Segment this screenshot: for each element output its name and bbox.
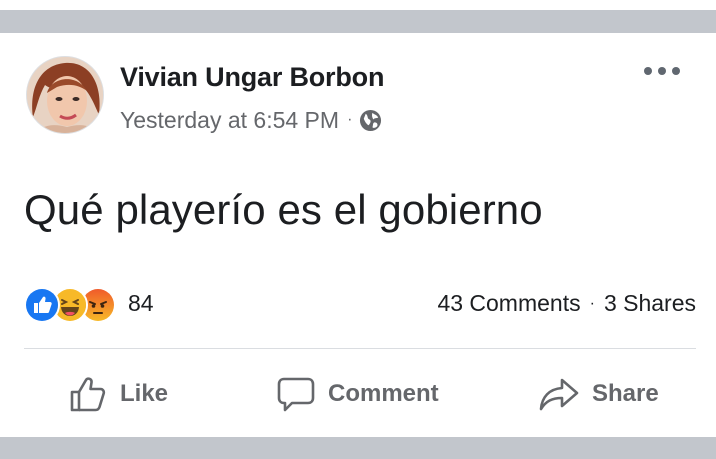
more-dots-icon — [644, 67, 652, 75]
post-header: Vivian Ungar Borbon Yesterday at 6:54 PM… — [26, 56, 696, 138]
feed-separator-bottom — [0, 437, 716, 459]
avatar-portrait — [27, 57, 103, 133]
divider — [24, 348, 696, 349]
engagement-counts: 43 Comments · 3 Shares — [437, 290, 696, 317]
share-button[interactable]: Share — [538, 366, 659, 422]
globe-icon[interactable] — [359, 109, 382, 132]
author-name[interactable]: Vivian Ungar Borbon — [120, 62, 384, 93]
feed-separator-top — [0, 10, 716, 33]
like-button[interactable]: Like — [68, 366, 168, 422]
timestamp[interactable]: Yesterday at 6:54 PM — [120, 107, 339, 134]
post-meta: Yesterday at 6:54 PM · — [120, 106, 382, 134]
engagement-summary: 84 43 Comments · 3 Shares — [24, 285, 696, 325]
avatar[interactable] — [26, 56, 104, 134]
shares-count-link[interactable]: 3 Shares — [604, 290, 696, 317]
post-body-text: Qué playerío es el gobierno — [24, 186, 543, 233]
meta-separator: · — [347, 111, 353, 128]
comment-icon — [277, 377, 315, 412]
like-reaction-icon — [24, 287, 60, 323]
reaction-icons[interactable] — [24, 287, 124, 323]
comment-label: Comment — [328, 380, 439, 407]
more-options-button[interactable] — [644, 60, 680, 82]
reaction-count[interactable]: 84 — [128, 290, 154, 317]
counts-separator: · — [589, 294, 595, 312]
comment-button[interactable]: Comment — [276, 366, 439, 422]
like-label: Like — [120, 380, 169, 407]
thumbs-up-icon — [70, 377, 106, 412]
comments-count-link[interactable]: 43 Comments — [437, 290, 580, 317]
share-arrow-icon — [539, 378, 579, 411]
post-actions: Like Comment Share — [24, 366, 696, 422]
share-label: Share — [592, 380, 659, 407]
